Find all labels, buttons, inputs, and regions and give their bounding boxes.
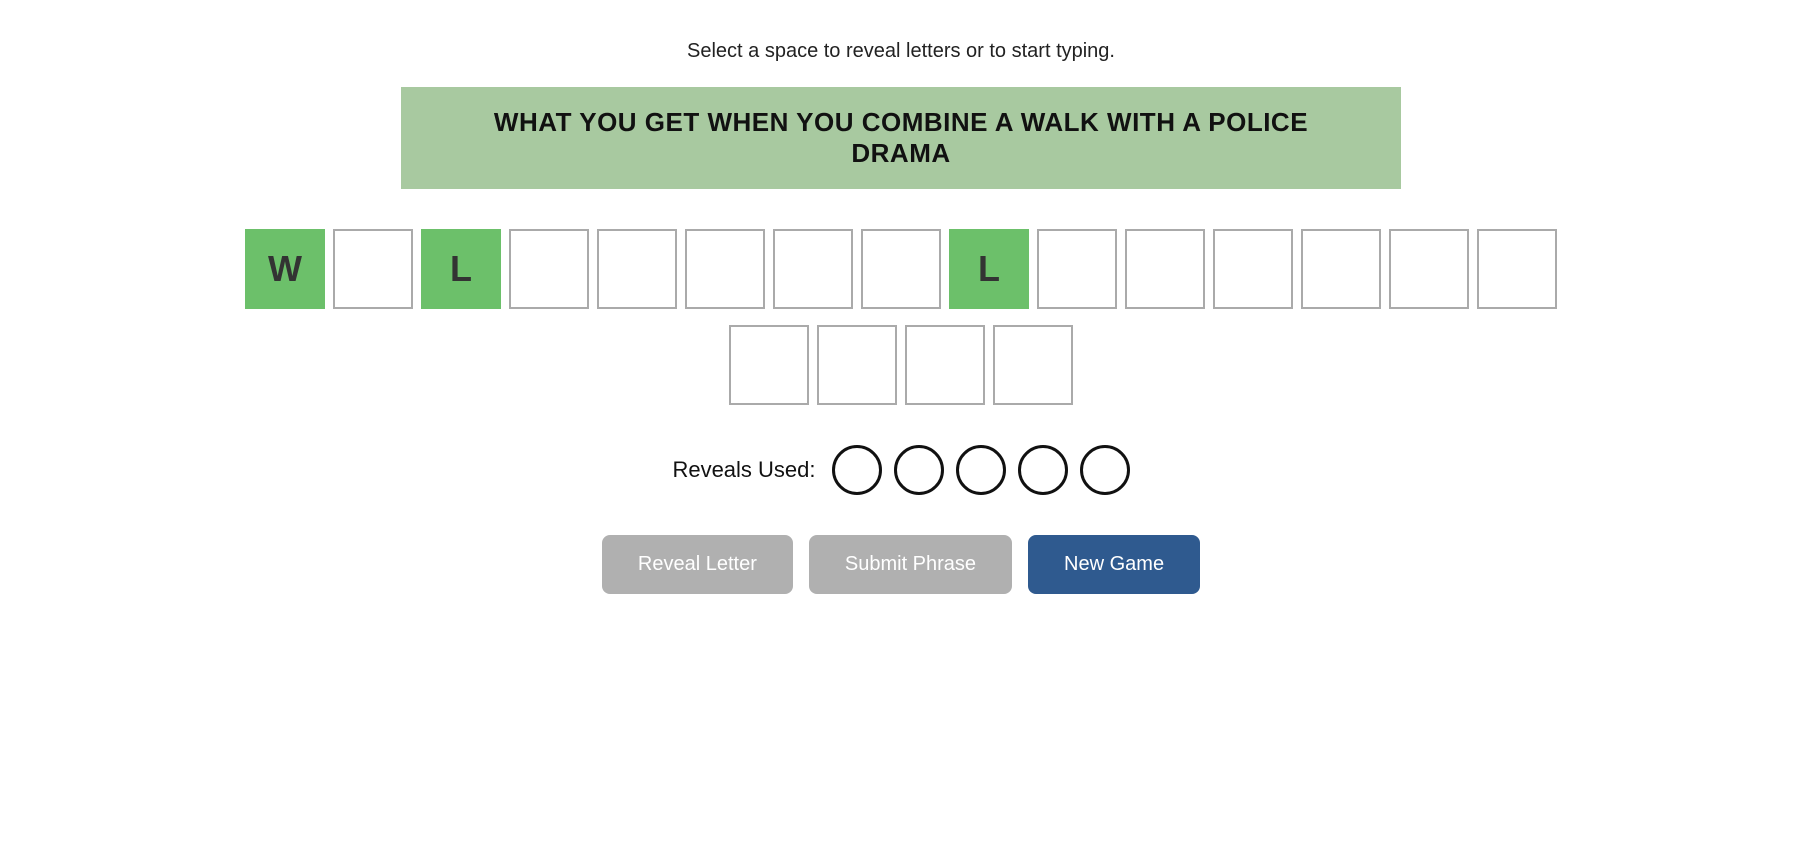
letter-cell[interactable] [905,325,985,405]
letter-cell[interactable] [1477,229,1557,309]
letter-cell[interactable] [729,325,809,405]
letter-cell[interactable]: W [245,229,325,309]
reveals-label: Reveals Used: [672,457,815,483]
letter-cell[interactable] [597,229,677,309]
clue-box: WHAT YOU GET WHEN YOU COMBINE A WALK WIT… [401,87,1401,189]
reveals-section: Reveals Used: [672,445,1129,495]
reveal-circle [832,445,882,495]
letter-cell[interactable] [1301,229,1381,309]
puzzle-row-1: WLL [245,229,1557,309]
letter-cell[interactable] [1037,229,1117,309]
reveal-circle [1080,445,1130,495]
new-game-button[interactable]: New Game [1028,535,1200,594]
reveal-circle [1018,445,1068,495]
letter-cell[interactable] [817,325,897,405]
circles-container [832,445,1130,495]
letter-cell[interactable] [333,229,413,309]
letter-cell[interactable]: L [421,229,501,309]
buttons-row: Reveal Letter Submit Phrase New Game [602,535,1200,594]
letter-cell[interactable] [861,229,941,309]
puzzle-area: WLL [245,229,1557,405]
reveal-circle [894,445,944,495]
reveal-circle [956,445,1006,495]
submit-phrase-button[interactable]: Submit Phrase [809,535,1012,594]
letter-cell[interactable] [1213,229,1293,309]
letter-cell[interactable] [509,229,589,309]
clue-text: WHAT YOU GET WHEN YOU COMBINE A WALK WIT… [494,107,1308,168]
instruction-text: Select a space to reveal letters or to s… [687,40,1115,63]
letter-cell[interactable] [685,229,765,309]
letter-cell[interactable] [1125,229,1205,309]
letter-cell[interactable] [1389,229,1469,309]
letter-cell[interactable] [993,325,1073,405]
letter-cell[interactable] [773,229,853,309]
reveal-letter-button[interactable]: Reveal Letter [602,535,793,594]
letter-cell[interactable]: L [949,229,1029,309]
puzzle-row-2 [729,325,1073,405]
